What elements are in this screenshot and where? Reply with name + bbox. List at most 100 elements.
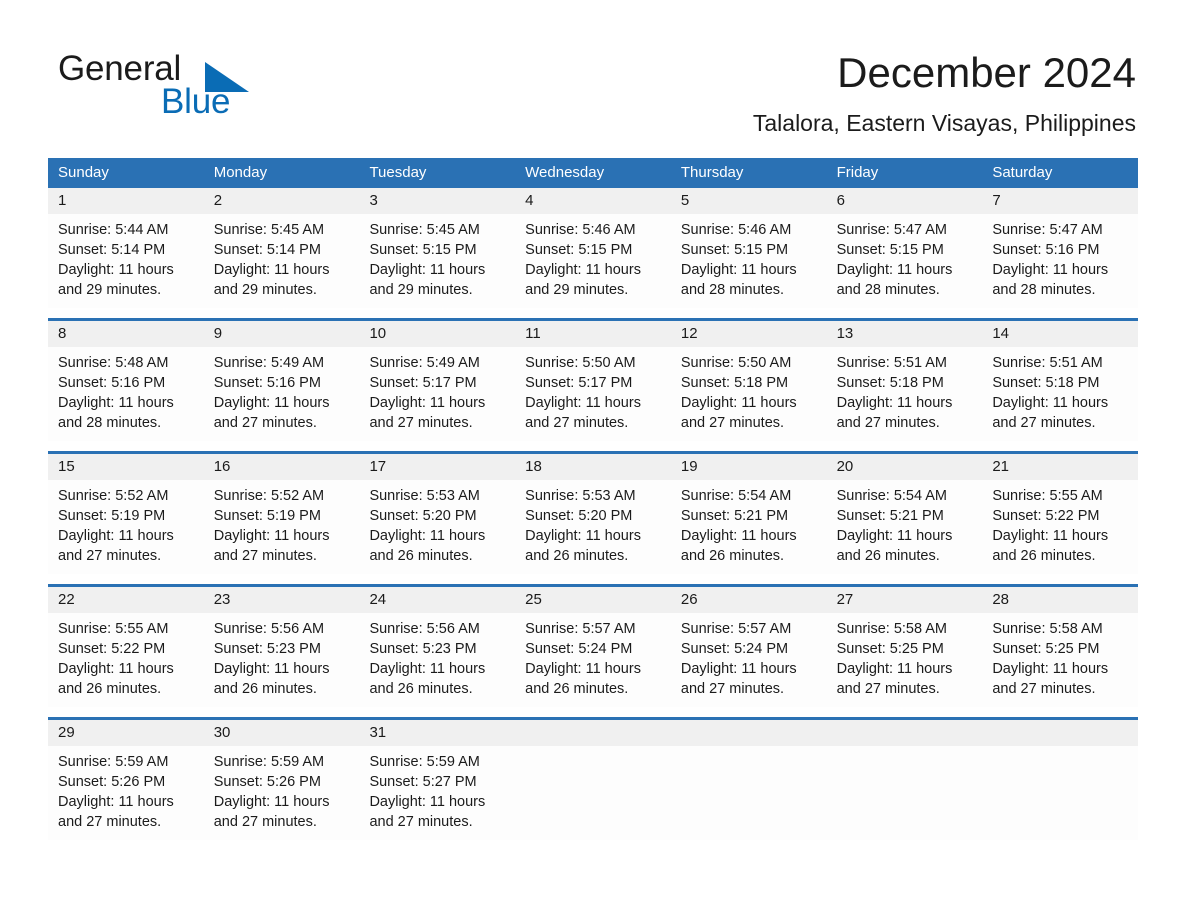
day-number[interactable]: 24 [359,587,515,613]
day-cell[interactable]: Sunrise: 5:44 AM Sunset: 5:14 PM Daylight:… [48,214,204,308]
sunset-text: Sunset: 5:15 PM [680,242,789,258]
day-cell[interactable]: Sunrise: 5:49 AM Sunset: 5:16 PM Daylight:… [204,347,360,441]
day-cell[interactable]: Sunrise: 5:51 AM Sunset: 5:18 PM Daylight:… [827,347,983,441]
day-number[interactable]: 15 [48,454,204,480]
day-cell[interactable]: Sunrise: 5:52 AM Sunset: 5:19 PM Daylight:… [204,480,360,574]
sunrise-text: Sunrise: 5:50 AM [680,355,792,371]
day-cell[interactable]: Sunrise: 5:50 AM Sunset: 5:17 PM Daylight:… [515,347,671,441]
day-number[interactable]: 20 [827,454,983,480]
day-cell[interactable]: Sunrise: 5:48 AM Sunset: 5:16 PM Daylight:… [48,347,204,441]
day-number[interactable]: 16 [204,454,360,480]
calendar-week-row: 1 2 3 4 5 6 7 Sunrise: 5:44 AM Sunset: 5:14 PM Da… [48,188,1138,308]
daylight-text-line2: and 29 minutes. [525,282,629,298]
sunset-text: Sunset: 5:17 PM [369,375,477,391]
calendar-week-row: 15 16 17 18 19 20 21 Sunrise: 5:52 AM Sunset: 5:… [48,451,1138,574]
day-number[interactable]: 17 [359,454,515,480]
day-cell[interactable]: Sunrise: 5:56 AM Sunset: 5:23 PM Daylight:… [204,613,360,707]
day-number[interactable]: 30 [204,720,360,746]
daylight-text-line2: and 28 minutes. [836,282,940,298]
weekday-header-friday: Friday [836,164,879,181]
day-number[interactable]: 12 [671,321,827,347]
sunrise-text: Sunrise: 5:49 AM [213,355,325,371]
daylight-text-line2: and 27 minutes. [992,415,1096,431]
day-number[interactable]: 28 [982,587,1138,613]
day-cell[interactable]: Sunrise: 5:51 AM Sunset: 5:18 PM Daylight:… [982,347,1138,441]
day-number[interactable]: 4 [515,188,671,214]
day-number[interactable]: 21 [982,454,1138,480]
day-number[interactable]: 1 [48,188,204,214]
day-cell[interactable]: Sunrise: 5:46 AM Sunset: 5:15 PM Daylight:… [515,214,671,308]
page-header: General Blue December 2024 Talalora, Eas… [0,0,1188,150]
brand-logo[interactable]: General Blue [58,50,358,130]
day-cell[interactable]: Sunrise: 5:49 AM Sunset: 5:17 PM Daylight:… [359,347,515,441]
day-number[interactable]: 14 [982,321,1138,347]
day-cell[interactable]: Sunrise: 5:54 AM Sunset: 5:21 PM Daylight:… [671,480,827,574]
day-cell[interactable]: Sunrise: 5:57 AM Sunset: 5:24 PM Daylight:… [671,613,827,707]
daylight-text-line1: Daylight: 11 hours [992,661,1109,677]
day-number[interactable]: 8 [48,321,204,347]
day-cell[interactable]: Sunrise: 5:59 AM Sunset: 5:26 PM Daylight:… [48,746,204,840]
day-cell[interactable]: Sunrise: 5:59 AM Sunset: 5:26 PM Daylight:… [204,746,360,840]
sunset-text: Sunset: 5:20 PM [369,508,477,524]
day-cell[interactable]: Sunrise: 5:53 AM Sunset: 5:20 PM Daylight:… [515,480,671,574]
day-cell[interactable]: Sunrise: 5:45 AM Sunset: 5:14 PM Daylight:… [204,214,360,308]
day-number-empty [827,720,983,746]
day-number[interactable]: 31 [359,720,515,746]
day-number[interactable]: 9 [204,321,360,347]
calendar-table: Sunday Monday Tuesday Wednesday Thursday Frid… [48,158,1138,840]
day-number[interactable]: 3 [359,188,515,214]
day-cell[interactable]: Sunrise: 5:58 AM Sunset: 5:25 PM Daylight:… [982,613,1138,707]
daylight-text-line2: and 27 minutes. [680,681,785,697]
daylight-text-line2: and 27 minutes. [58,548,162,564]
day-number[interactable]: 2 [204,188,360,214]
day-cell[interactable]: Sunrise: 5:52 AM Sunset: 5:19 PM Daylight:… [48,480,204,574]
sunrise-text: Sunrise: 5:48 AM [58,355,169,371]
week-date-numbers: 8 9 10 11 12 13 14 [48,321,1138,347]
day-number[interactable]: 6 [827,188,983,214]
day-number[interactable]: 5 [671,188,827,214]
daylight-text-line1: Daylight: 11 hours [369,794,486,810]
day-number[interactable]: 18 [515,454,671,480]
daylight-text-line1: Daylight: 11 hours [369,528,486,544]
day-cell-empty [982,746,1138,840]
day-cell[interactable]: Sunrise: 5:58 AM Sunset: 5:25 PM Daylight:… [827,613,983,707]
day-number[interactable]: 29 [48,720,204,746]
daylight-text-line1: Daylight: 11 hours [213,262,330,278]
calendar-page: General Blue December 2024 Talalora, Eas… [0,0,1188,918]
day-number[interactable]: 13 [827,321,983,347]
day-cell[interactable]: Sunrise: 5:46 AM Sunset: 5:15 PM Daylight:… [671,214,827,308]
day-cell[interactable]: Sunrise: 5:47 AM Sunset: 5:15 PM Daylight:… [827,214,983,308]
day-number[interactable]: 23 [204,587,360,613]
daylight-text-line2: and 27 minutes. [836,415,940,431]
day-cell[interactable]: Sunrise: 5:47 AM Sunset: 5:16 PM Daylight:… [982,214,1138,308]
day-cell[interactable]: Sunrise: 5:56 AM Sunset: 5:23 PM Daylight:… [359,613,515,707]
day-cell[interactable]: Sunrise: 5:55 AM Sunset: 5:22 PM Daylight:… [48,613,204,707]
sunrise-text: Sunrise: 5:57 AM [525,621,636,637]
day-number[interactable]: 10 [359,321,515,347]
day-number[interactable]: 11 [515,321,671,347]
day-cell[interactable]: Sunrise: 5:55 AM Sunset: 5:22 PM Daylight:… [982,480,1138,574]
day-cell[interactable]: Sunrise: 5:54 AM Sunset: 5:21 PM Daylight:… [827,480,983,574]
day-number[interactable]: 26 [671,587,827,613]
day-number[interactable]: 19 [671,454,827,480]
daylight-text-line1: Daylight: 11 hours [213,661,330,677]
day-cell[interactable]: Sunrise: 5:50 AM Sunset: 5:18 PM Daylight:… [671,347,827,441]
sunrise-text: Sunrise: 5:55 AM [58,621,169,637]
sunset-text: Sunset: 5:17 PM [525,375,633,391]
daylight-text-line2: and 28 minutes. [680,282,785,298]
sunset-text: Sunset: 5:15 PM [369,242,477,258]
day-number[interactable]: 27 [827,587,983,613]
brand-word-blue: Blue [161,82,231,121]
day-number[interactable]: 25 [515,587,671,613]
day-cell[interactable]: Sunrise: 5:53 AM Sunset: 5:20 PM Daylight:… [359,480,515,574]
day-cell[interactable]: Sunrise: 5:45 AM Sunset: 5:15 PM Daylight:… [359,214,515,308]
daylight-text-line1: Daylight: 11 hours [836,262,953,278]
sunrise-text: Sunrise: 5:55 AM [992,488,1103,504]
daylight-text-line1: Daylight: 11 hours [58,794,174,810]
daylight-text-line2: and 26 minutes. [369,681,473,697]
day-cell[interactable]: Sunrise: 5:57 AM Sunset: 5:24 PM Daylight:… [515,613,671,707]
daylight-text-line1: Daylight: 11 hours [680,661,797,677]
day-cell[interactable]: Sunrise: 5:59 AM Sunset: 5:27 PM Daylight:… [359,746,515,840]
day-number[interactable]: 7 [982,188,1138,214]
day-number[interactable]: 22 [48,587,204,613]
